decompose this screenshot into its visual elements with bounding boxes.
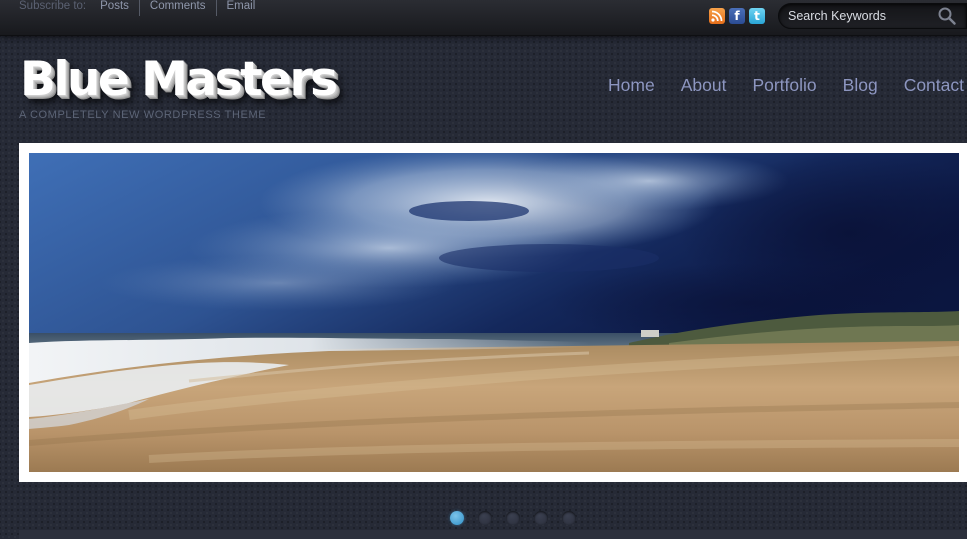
beach-photo[interactable] bbox=[29, 153, 959, 472]
nav-home[interactable]: Home bbox=[608, 74, 655, 96]
social-icons: f t bbox=[709, 8, 765, 24]
slider-dot-3[interactable] bbox=[506, 511, 520, 525]
site-logo[interactable]: Blue Masters bbox=[20, 52, 338, 108]
slider-dot-4[interactable] bbox=[534, 511, 548, 525]
nav-blog[interactable]: Blog bbox=[843, 74, 878, 96]
content-area-top bbox=[19, 530, 967, 539]
subscribe-email-link[interactable]: Email bbox=[215, 0, 266, 16]
site-tagline: A completely new wordpress theme bbox=[19, 109, 267, 121]
slider-pagination bbox=[450, 511, 576, 525]
rss-icon[interactable] bbox=[709, 8, 725, 24]
featured-slider bbox=[19, 143, 967, 482]
nav-about[interactable]: About bbox=[681, 74, 727, 96]
slider-dot-2[interactable] bbox=[478, 511, 492, 525]
top-bar: Subscribe to: Posts Comments Email f t bbox=[0, 0, 967, 36]
facebook-icon[interactable]: f bbox=[729, 8, 745, 24]
twitter-icon[interactable]: t bbox=[749, 8, 765, 24]
slider-dot-5[interactable] bbox=[562, 511, 576, 525]
subscribe-comments-link[interactable]: Comments bbox=[138, 0, 216, 16]
subscribe-links: Subscribe to: Posts Comments Email bbox=[19, 0, 265, 16]
subscribe-posts-link[interactable]: Posts bbox=[100, 0, 139, 16]
search-box bbox=[778, 3, 967, 29]
subscribe-label: Subscribe to: bbox=[19, 0, 87, 12]
nav-contact[interactable]: Contact bbox=[904, 74, 964, 96]
search-input[interactable] bbox=[788, 7, 928, 25]
nav-portfolio[interactable]: Portfolio bbox=[752, 74, 816, 96]
main-nav: Home About Portfolio Blog Contact bbox=[582, 74, 967, 96]
slider-dot-1[interactable] bbox=[450, 511, 464, 525]
search-icon[interactable] bbox=[937, 6, 957, 31]
